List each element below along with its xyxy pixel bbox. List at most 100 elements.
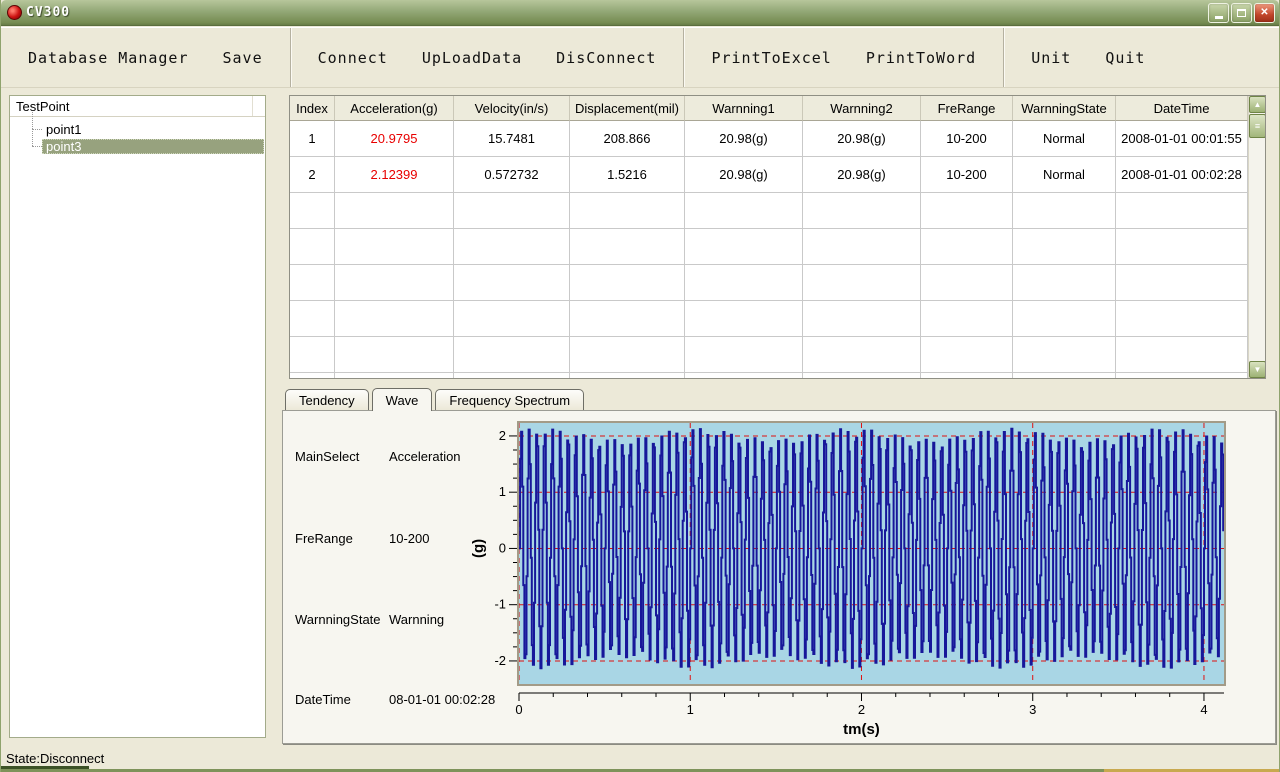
table-cell	[290, 301, 335, 337]
table-cell	[454, 301, 570, 337]
toolbar-group-3: Unit Quit	[1004, 28, 1172, 87]
column-header: DateTime	[1116, 96, 1248, 121]
table-cell	[290, 265, 335, 301]
uploaddata-button[interactable]: UpLoadData	[405, 43, 539, 73]
tree-connector	[32, 145, 42, 147]
wave-tab-panel: MainSelect Acceleration FreRange 10-200 Warn…	[282, 410, 1276, 744]
measurement-table: Index Acceleration(g) Velocity(in/s) Displa…	[289, 95, 1266, 379]
table-cell: 15.7481	[454, 121, 570, 157]
table-cell: 2008-01-01 00:01:55	[1116, 121, 1248, 157]
table-cell	[290, 373, 335, 378]
toolbar-group-0: Database Manager Save	[1, 28, 291, 87]
y-axis	[509, 435, 517, 662]
x-tick-label: 1	[687, 702, 694, 717]
tree-item-point3[interactable]: point3	[10, 129, 265, 154]
table-cell: 2	[290, 157, 335, 193]
table-cell	[803, 265, 921, 301]
y-tick-label: 0	[499, 540, 506, 555]
table-cell: Normal	[1013, 121, 1116, 157]
column-header: Index	[290, 96, 335, 121]
table-cell: 208.866	[570, 121, 685, 157]
table-cell: Normal	[1013, 157, 1116, 193]
tree-item-point1[interactable]: point1	[10, 112, 265, 137]
y-tick-label: -2	[494, 653, 506, 668]
table-cell	[921, 265, 1013, 301]
table-cell	[335, 193, 454, 229]
table-cell	[1116, 301, 1248, 337]
table-cell	[290, 337, 335, 373]
table-cell: 20.9795	[335, 121, 454, 157]
table-cell	[1013, 373, 1116, 378]
toolbar-group-1: Connect UpLoadData DisConnect	[291, 28, 685, 87]
tree-connector	[32, 129, 33, 146]
table-cell	[335, 265, 454, 301]
save-button[interactable]: Save	[206, 43, 280, 73]
scroll-down-icon[interactable]: ▼	[1249, 361, 1265, 378]
column-header: Displacement(mil)	[570, 96, 685, 121]
printtoword-button[interactable]: PrintToWord	[849, 43, 993, 73]
table-row-empty	[290, 337, 1248, 373]
unit-button[interactable]: Unit	[1014, 43, 1088, 73]
connect-button[interactable]: Connect	[301, 43, 405, 73]
toolbar: Database Manager Save Connect UpLoadData Dis…	[1, 27, 1279, 88]
column-header: Acceleration(g)	[335, 96, 454, 121]
table-row-empty	[290, 265, 1248, 301]
tree-item-label: point1	[46, 121, 82, 137]
info-value: 10-200	[389, 531, 430, 546]
statusbar: State:Disconnect	[1, 746, 1279, 772]
testpoint-panel: TestPoint point1 point3	[9, 95, 266, 738]
testpoint-tree: point1 point3	[10, 112, 265, 154]
table-cell	[803, 337, 921, 373]
window-title: CV300	[26, 5, 71, 20]
table-scrollbar[interactable]: ▲ ≡ ▼	[1248, 96, 1265, 378]
table-cell: 2008-01-01 00:02:28	[1116, 157, 1248, 193]
table-cell	[1116, 193, 1248, 229]
table-cell	[1013, 265, 1116, 301]
y-axis-title: (g)	[470, 539, 487, 558]
quit-button[interactable]: Quit	[1088, 43, 1162, 73]
table-row-empty	[290, 301, 1248, 337]
info-label: FreRange	[295, 531, 353, 546]
info-value: Acceleration	[389, 449, 461, 464]
app-window: CV300 ✕ Database Manager Save Connect UpLoa…	[0, 0, 1280, 772]
table-cell	[921, 337, 1013, 373]
close-button[interactable]: ✕	[1254, 2, 1275, 23]
table-cell	[685, 337, 803, 373]
minimize-button[interactable]	[1208, 2, 1229, 23]
table-cell	[1013, 301, 1116, 337]
table-cell	[570, 265, 685, 301]
table-cell	[454, 265, 570, 301]
table-cell: 10-200	[921, 157, 1013, 193]
disconnect-button[interactable]: DisConnect	[539, 43, 673, 73]
tab-tendency[interactable]: Tendency	[285, 389, 369, 410]
table-cell	[570, 193, 685, 229]
scroll-up-icon[interactable]: ▲	[1249, 96, 1265, 113]
window-controls: ✕	[1208, 2, 1275, 23]
table-cell: 2.12399	[335, 157, 454, 193]
x-tick-label: 3	[1029, 702, 1036, 717]
table-cell	[921, 193, 1013, 229]
info-row-frerange: FreRange 10-200	[295, 531, 429, 546]
tab-wave[interactable]: Wave	[371, 388, 433, 411]
table-cell	[803, 373, 921, 378]
info-row-mainselect: MainSelect Acceleration	[295, 449, 461, 464]
table-cell	[454, 193, 570, 229]
titlebar[interactable]: CV300 ✕	[1, 0, 1279, 26]
printtoexcel-button[interactable]: PrintToExcel	[694, 43, 848, 73]
database-manager-button[interactable]: Database Manager	[11, 43, 206, 73]
y-tick-label: 2	[499, 428, 506, 443]
table-cell	[1116, 229, 1248, 265]
tab-frequency-spectrum[interactable]: Frequency Spectrum	[435, 389, 585, 410]
table-cell: 1	[290, 121, 335, 157]
table-row-empty	[290, 373, 1248, 378]
table-cell	[454, 373, 570, 378]
table-row[interactable]: 1 20.9795 15.7481 208.866 20.98(g) 20.98(g) 10…	[290, 121, 1248, 157]
scrollbar-thumb[interactable]: ≡	[1249, 114, 1265, 138]
table-cell	[570, 301, 685, 337]
table-cell	[570, 229, 685, 265]
table-cell	[570, 337, 685, 373]
table-cell	[1116, 265, 1248, 301]
table-row-empty	[290, 193, 1248, 229]
maximize-button[interactable]	[1231, 2, 1252, 23]
table-row[interactable]: 2 2.12399 0.572732 1.5216 20.98(g) 20.98(g) 10…	[290, 157, 1248, 193]
